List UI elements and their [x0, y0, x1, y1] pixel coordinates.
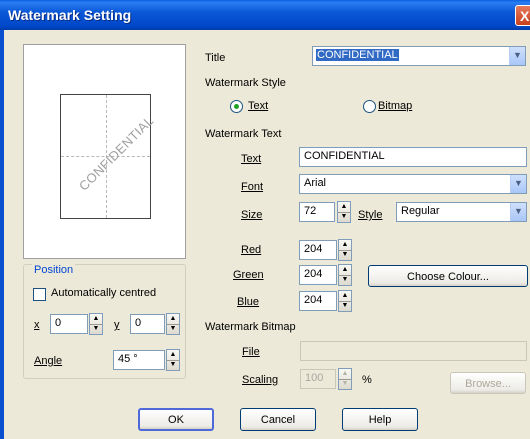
browse-button[interactable]: Browse... — [450, 372, 526, 394]
file-label: File — [242, 346, 260, 358]
spin-down-icon[interactable]: ▼ — [339, 275, 351, 285]
style-bitmap-radio[interactable] — [363, 100, 376, 113]
close-icon: X — [520, 8, 530, 24]
spin-down-icon[interactable]: ▼ — [90, 324, 102, 334]
title-selected-value: CONFIDENTIAL — [316, 49, 399, 61]
blue-label: Blue — [237, 296, 260, 308]
auto-centred-checkbox[interactable] — [33, 288, 46, 301]
style-text-label: Text — [248, 100, 269, 112]
spin-down-icon[interactable]: ▼ — [338, 212, 350, 222]
chevron-down-icon[interactable]: ▼ — [510, 203, 526, 221]
angle-spinner[interactable]: ▲ ▼ — [166, 349, 180, 371]
blue-spinner[interactable]: ▲ ▼ — [338, 290, 352, 312]
scaling-input[interactable]: 100 — [300, 369, 336, 389]
red-spinner[interactable]: ▲ ▼ — [338, 239, 352, 261]
spin-down-icon[interactable]: ▼ — [167, 324, 179, 334]
watermark-text-heading: Watermark Text — [205, 128, 282, 140]
chevron-down-icon[interactable]: ▼ — [510, 175, 526, 193]
font-select[interactable]: Arial ▼ — [299, 174, 527, 194]
y-label: y — [114, 319, 120, 331]
scaling-unit: % — [362, 374, 372, 386]
spin-down-icon[interactable]: ▼ — [339, 250, 351, 260]
scaling-label: Scaling — [242, 374, 279, 386]
blue-input[interactable]: 204 — [299, 291, 337, 311]
title-bar[interactable]: Watermark Setting X — [0, 0, 530, 30]
y-spinner[interactable]: ▲ ▼ — [166, 313, 180, 335]
red-input[interactable]: 204 — [299, 240, 337, 260]
size-spinner[interactable]: ▲ ▼ — [337, 201, 351, 223]
size-label: Size — [241, 209, 263, 221]
choose-colour-button[interactable]: Choose Colour... — [368, 265, 528, 287]
x-spinner[interactable]: ▲ ▼ — [89, 313, 103, 335]
green-spinner[interactable]: ▲ ▼ — [338, 264, 352, 286]
watermark-text-input[interactable]: CONFIDENTIAL — [299, 147, 527, 167]
green-input[interactable]: 204 — [299, 265, 337, 285]
close-button[interactable]: X — [515, 5, 530, 26]
title-label: Title — [205, 52, 226, 64]
scaling-spinner[interactable]: ▲ ▼ — [338, 368, 352, 390]
help-button[interactable]: Help — [342, 408, 418, 431]
window-title: Watermark Setting — [8, 7, 132, 23]
style-selected-value: Regular — [401, 205, 440, 217]
style-select[interactable]: Regular ▼ — [396, 202, 527, 222]
file-input[interactable] — [300, 341, 527, 361]
chevron-down-icon[interactable]: ▼ — [509, 47, 525, 65]
angle-label: Angle — [34, 355, 63, 367]
style-label: Style — [358, 209, 383, 221]
font-label: Font — [241, 181, 264, 193]
style-bitmap-label: Bitmap — [378, 100, 413, 112]
cancel-button[interactable]: Cancel — [240, 408, 316, 431]
title-select[interactable]: CONFIDENTIAL ▼ — [312, 46, 526, 66]
style-text-radio[interactable] — [230, 100, 243, 113]
spin-down-icon[interactable]: ▼ — [339, 379, 351, 389]
text-label: Text — [241, 153, 262, 165]
watermark-preview: CONFIDENTIAL — [23, 44, 186, 259]
preview-page: CONFIDENTIAL — [60, 94, 156, 219]
watermark-bitmap-heading: Watermark Bitmap — [205, 321, 296, 333]
watermark-style-heading: Watermark Style — [205, 77, 286, 89]
position-group-title: Position — [32, 264, 76, 276]
spin-down-icon[interactable]: ▼ — [339, 301, 351, 311]
y-input[interactable]: 0 — [130, 314, 165, 334]
x-input[interactable]: 0 — [50, 314, 88, 334]
x-label: x — [34, 319, 40, 331]
auto-centred-label: Automatically centred — [51, 287, 157, 299]
window-frame-left — [0, 30, 4, 439]
angle-input[interactable]: 45 ° — [113, 350, 165, 370]
size-input[interactable]: 72 — [299, 202, 335, 222]
ok-button[interactable]: OK — [138, 408, 214, 431]
red-label: Red — [241, 244, 262, 256]
watermark-setting-dialog: Watermark Setting X CONFIDENTIAL Positio… — [0, 0, 530, 439]
green-label: Green — [233, 269, 264, 281]
spin-down-icon[interactable]: ▼ — [167, 360, 179, 370]
font-selected-value: Arial — [304, 177, 327, 189]
